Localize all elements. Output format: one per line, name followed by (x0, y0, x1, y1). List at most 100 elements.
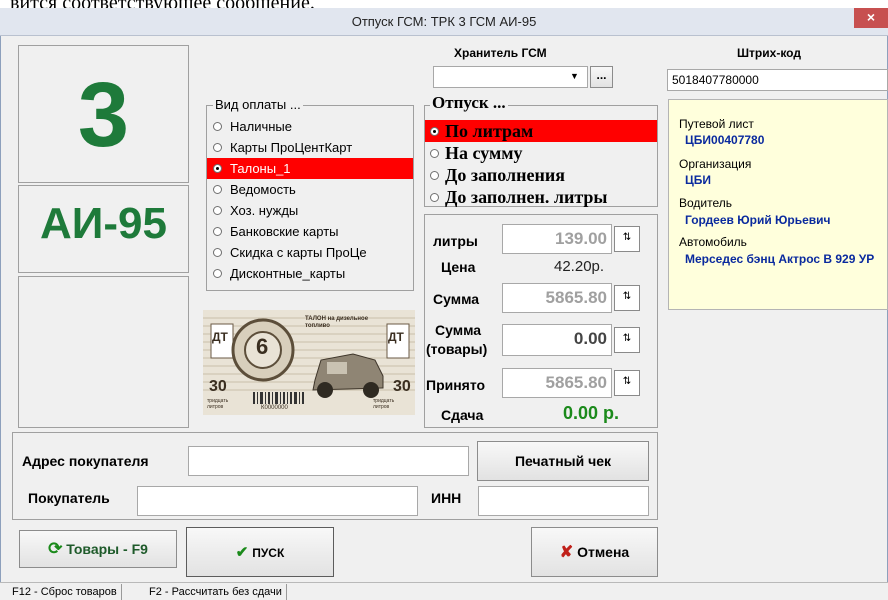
radio-button-icon[interactable] (213, 122, 222, 132)
coupon-left-number: 30 (209, 378, 227, 395)
inn-input[interactable] (478, 486, 649, 516)
empty-panel (18, 276, 189, 428)
payment-option[interactable]: Банковские карты (207, 221, 413, 242)
price-value: 42.20р. (554, 258, 605, 275)
organization-label: Организация (679, 157, 752, 171)
radio-button-icon[interactable] (430, 126, 439, 136)
status-bar: F12 - Сброс товаров F2 - Рассчитать без … (0, 582, 888, 600)
driver-label: Водитель (679, 196, 733, 210)
payment-option[interactable]: Карты ПроЦентКарт (207, 137, 413, 158)
goods-sum-spinner[interactable]: ⇅ (614, 327, 640, 353)
payment-option-label: Дисконтные_карты (230, 266, 346, 281)
start-button[interactable]: ✔ ПУСК (186, 527, 334, 577)
goods-sum-label-2: (товары) (426, 341, 488, 357)
dispense-option-label: До заполнен. литры (445, 187, 608, 207)
goods-button-label: Товары - F9 (66, 541, 148, 557)
cancel-button-label: Отмена (577, 544, 630, 560)
accepted-field[interactable]: 5865.80 (502, 368, 612, 398)
liters-field[interactable]: 139.00 (502, 224, 612, 254)
pump-number: 3 (77, 64, 130, 166)
storage-label: Хранитель ГСМ (454, 46, 547, 60)
cancel-button[interactable]: ✘ Отмена (531, 527, 658, 577)
payment-option-label: Банковские карты (230, 224, 339, 239)
refresh-icon: ⟳ (48, 539, 63, 558)
coupon-right-number: 30 (393, 378, 411, 395)
sum-field[interactable]: 5865.80 (502, 283, 612, 313)
payment-options: Наличные Карты ПроЦентКарт Талоны_1 Ведомос… (207, 116, 413, 284)
accepted-label: Принято (426, 377, 486, 393)
cross-icon: ✘ (559, 544, 574, 561)
chevron-down-icon[interactable]: ▼ (570, 71, 579, 81)
goods-sum-label: Сумма (435, 322, 482, 338)
coupon-badge-right: ДТ (388, 330, 404, 344)
coupon-left-small: тридцать литров (207, 398, 229, 410)
radio-button-icon[interactable] (213, 206, 222, 216)
barcode-input[interactable]: 5018407780000 (667, 69, 888, 91)
status-no-change: F2 - Рассчитать без сдачи (145, 584, 287, 600)
radio-button-icon[interactable] (213, 164, 222, 174)
coupon-serial: К0000000 (261, 405, 288, 411)
fuel-panel: АИ-95 (18, 185, 189, 273)
title-bar: Отпуск ГСМ: ТРК 3 ГСМ АИ-95 × (0, 8, 888, 36)
goods-button[interactable]: ⟳ Товары - F9 (19, 530, 177, 568)
payment-group-title: Вид оплаты ... (213, 97, 303, 112)
status-reset-goods: F12 - Сброс товаров (8, 584, 122, 600)
coupon-image: ДТ 6 ТАЛОН на дизельное топливо ДТ 30 тр… (203, 310, 415, 415)
buyer-label: Покупатель (28, 490, 110, 506)
window-title: Отпуск ГСМ: ТРК 3 ГСМ АИ-95 (351, 14, 537, 29)
dispense-option[interactable]: На сумму (425, 142, 657, 164)
coupon-number: 6 (256, 334, 269, 359)
radio-button-icon[interactable] (430, 192, 439, 202)
storage-browse-button[interactable]: ... (590, 66, 613, 88)
accepted-spinner[interactable]: ⇅ (614, 370, 640, 396)
barcode-label: Штрих-код (737, 46, 801, 60)
payment-option[interactable]: Наличные (207, 116, 413, 137)
radio-button-icon[interactable] (430, 148, 439, 158)
vehicle-label: Автомобиль (679, 235, 747, 249)
radio-button-icon[interactable] (213, 227, 222, 237)
dispense-option[interactable]: До заполнения (425, 164, 657, 186)
dispense-option-label: До заполнения (445, 165, 565, 185)
organization-value: ЦБИ (685, 173, 712, 187)
payment-option[interactable]: Скидка с карты ПроЦе (207, 242, 413, 263)
coupon-badge-left: ДТ (212, 330, 228, 344)
vehicle-info-panel: Путевой лист ЦБИ00407780 Организация ЦБИ… (668, 99, 888, 310)
price-label: Цена (441, 259, 476, 275)
dispense-group-title: Отпуск ... (430, 93, 508, 113)
fuel-name: АИ-95 (40, 199, 167, 248)
driver-value: Гордеев Юрий Юрьевич (685, 213, 831, 227)
pump-number-panel: 3 (18, 45, 189, 183)
payment-option-label: Талоны_1 (230, 161, 291, 176)
print-check-button[interactable]: Печатный чек (477, 441, 649, 481)
payment-option[interactable]: Ведомость (207, 179, 413, 200)
goods-sum-field[interactable]: 0.00 (502, 324, 612, 356)
sum-spinner[interactable]: ⇅ (614, 285, 640, 311)
dispense-option[interactable]: По литрам (425, 120, 657, 142)
dispense-options: По литрам На сумму До заполнения До заполне… (425, 120, 657, 208)
change-label: Сдача (441, 407, 484, 423)
vehicle-value: Мерседес бэнц Актрос В 929 УР (685, 252, 875, 266)
coupon-title: ТАЛОН на дизельное топливо (305, 316, 369, 329)
liters-spinner[interactable]: ⇅ (614, 226, 640, 252)
waybill-value: ЦБИ00407780 (685, 133, 765, 147)
sum-label: Сумма (433, 291, 480, 307)
radio-button-icon[interactable] (213, 269, 222, 279)
radio-button-icon[interactable] (213, 185, 222, 195)
payment-option-label: Карты ПроЦентКарт (230, 140, 353, 155)
payment-option[interactable]: Дисконтные_карты (207, 263, 413, 284)
storage-combobox[interactable]: ▼ (433, 66, 588, 88)
dispense-option[interactable]: До заполнен. литры (425, 186, 657, 208)
address-label: Адрес покупателя (22, 453, 149, 469)
payment-option-label: Хоз. нужды (230, 203, 299, 218)
radio-button-icon[interactable] (213, 143, 222, 153)
radio-button-icon[interactable] (213, 248, 222, 258)
inn-label: ИНН (431, 490, 462, 506)
payment-option[interactable]: Хоз. нужды (207, 200, 413, 221)
payment-option-label: Ведомость (230, 182, 296, 197)
buyer-input[interactable] (137, 486, 418, 516)
close-button[interactable]: × (854, 8, 888, 28)
address-input[interactable] (188, 446, 469, 476)
payment-option[interactable]: Талоны_1 (207, 158, 413, 179)
start-button-label: ПУСК (252, 546, 285, 560)
radio-button-icon[interactable] (430, 170, 439, 180)
